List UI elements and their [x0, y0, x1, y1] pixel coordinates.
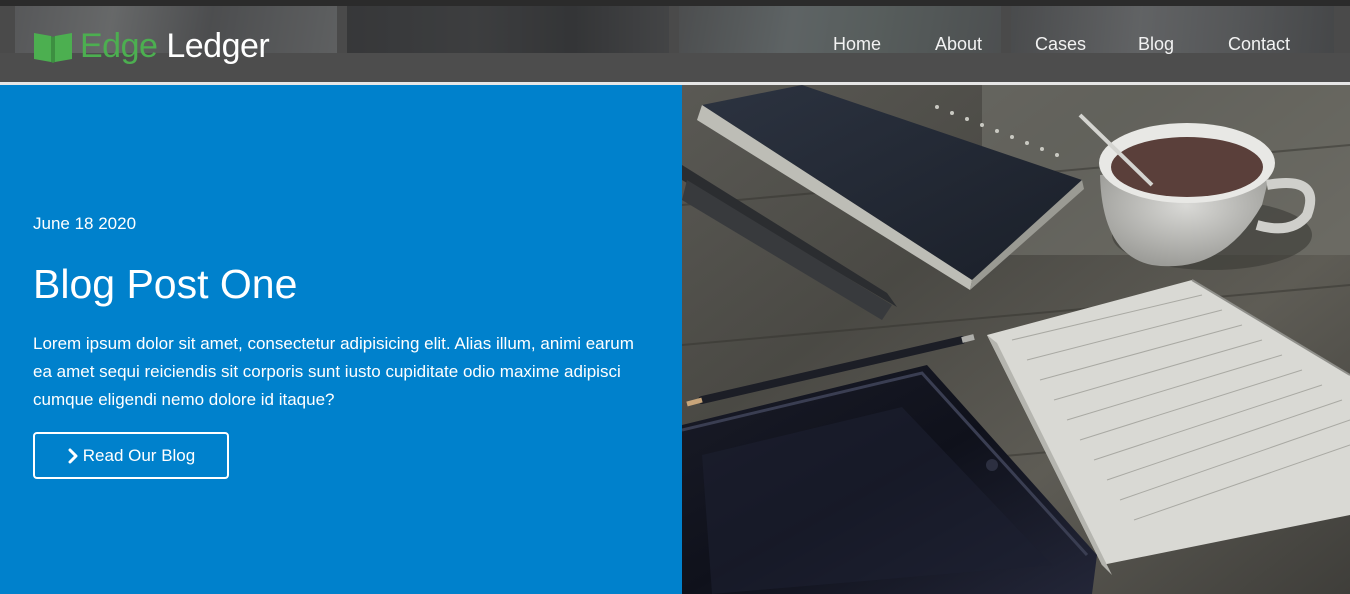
post-title: Blog Post One [33, 261, 298, 307]
read-our-blog-button[interactable]: Read Our Blog [33, 432, 229, 479]
photo-illustration [682, 85, 1350, 594]
nav-home[interactable]: Home [833, 32, 881, 56]
read-our-blog-label: Read Our Blog [82, 445, 196, 465]
site-header: Edge Ledger Home About Cases Blog Contac… [0, 0, 1350, 83]
main-nav: Home About Cases Blog Contact [0, 32, 1350, 56]
nav-about[interactable]: About [935, 32, 982, 56]
nav-cases[interactable]: Cases [1035, 32, 1086, 56]
chevron-right-icon [68, 448, 78, 463]
post-excerpt: Lorem ipsum dolor sit amet, consectetur … [33, 334, 634, 409]
nav-blog[interactable]: Blog [1138, 32, 1174, 56]
blog-post-panel: June 18 2020 Blog Post One Lorem ipsum d… [0, 85, 682, 594]
post-date: June 18 2020 [33, 214, 137, 233]
nav-contact[interactable]: Contact [1228, 32, 1290, 56]
desk-notebooks-coffee-photo [682, 85, 1350, 594]
